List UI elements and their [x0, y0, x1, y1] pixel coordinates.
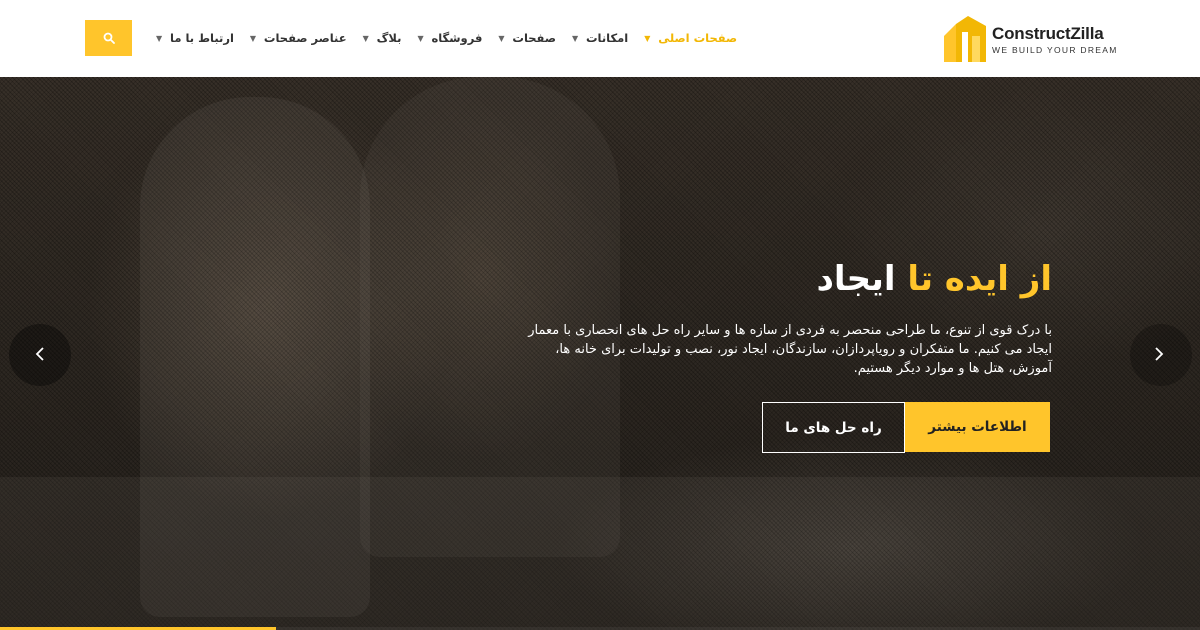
- logo-name: ConstructZilla: [992, 23, 1104, 43]
- search-icon: [103, 29, 115, 48]
- nav-label: صفحات اصلی: [658, 31, 738, 45]
- chevron-down-icon: ▼: [571, 33, 579, 43]
- chevron-down-icon: ▼: [417, 33, 424, 43]
- nav-label: امکانات: [585, 31, 629, 45]
- nav-item-contact[interactable]: ▼ ارتباط با ما: [148, 20, 242, 56]
- nav-label: فروشگاه: [431, 31, 483, 45]
- hero-title-accent: از ایده تا: [907, 259, 1052, 299]
- chevron-down-icon: ▼: [156, 33, 163, 43]
- our-solutions-button[interactable]: راه حل های ما: [762, 402, 905, 453]
- learn-more-button[interactable]: اطلاعات بیشتر: [905, 402, 1050, 452]
- nav-label: عناصر صفحات: [263, 31, 347, 45]
- nav-label: ارتباط با ما: [170, 31, 234, 45]
- logo-tagline: WE BUILD YOUR DREAM: [992, 44, 1118, 55]
- chevron-right-icon: [1154, 346, 1164, 365]
- site-header: ▼ ارتباط با ما ▼ عناصر صفحات ▼ بلاگ ▼ فر…: [0, 0, 1200, 77]
- search-button[interactable]: [85, 20, 132, 56]
- main-nav: ▼ ارتباط با ما ▼ عناصر صفحات ▼ بلاگ ▼ فر…: [148, 20, 745, 56]
- chevron-down-icon: ▼: [249, 33, 257, 43]
- hero-slider: از ایده تا ایجاد با درک قوی از تنوع، ما …: [0, 77, 1200, 630]
- nav-item-shop[interactable]: ▼ فروشگاه: [409, 20, 490, 56]
- chevron-down-icon: ▼: [498, 33, 505, 43]
- chevron-down-icon: ▼: [362, 33, 369, 43]
- slider-next-button[interactable]: [1130, 324, 1192, 386]
- nav-item-features[interactable]: ▼ امکانات: [564, 20, 636, 56]
- chevron-down-icon: ▼: [644, 33, 651, 43]
- chevron-left-icon: [35, 346, 45, 365]
- nav-item-page-elements[interactable]: ▼ عناصر صفحات: [242, 20, 355, 56]
- logo-building-icon: [942, 14, 988, 64]
- nav-label: بلاگ: [376, 31, 402, 45]
- slider-prev-button[interactable]: [9, 324, 71, 386]
- nav-label: صفحات: [512, 31, 556, 45]
- site-logo[interactable]: ConstructZilla WE BUILD YOUR DREAM: [942, 13, 1132, 65]
- nav-item-blog[interactable]: ▼ بلاگ: [355, 20, 410, 56]
- hero-title-plain: ایجاد: [816, 259, 896, 299]
- hero-title: از ایده تا ایجاد: [816, 259, 1052, 299]
- hero-description: با درک قوی از تنوع، ما طراحی منحصر به فر…: [528, 323, 1052, 376]
- nav-item-pages[interactable]: ▼ صفحات: [490, 20, 564, 56]
- nav-item-home[interactable]: ▼ صفحات اصلی: [636, 20, 745, 56]
